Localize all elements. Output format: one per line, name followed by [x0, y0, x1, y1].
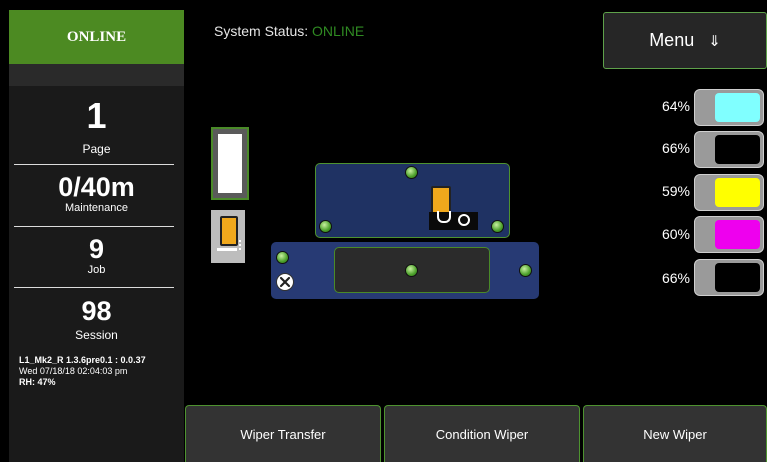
- menu-label: Menu: [649, 30, 695, 50]
- black-ink-percent: 66%: [661, 270, 690, 286]
- maintenance-stat: 0/40m Maintenance: [9, 172, 184, 215]
- sensor-node: [276, 251, 289, 264]
- new-wiper-button[interactable]: New Wiper: [583, 405, 767, 462]
- error-x-icon[interactable]: [276, 273, 294, 291]
- sensor-node: [319, 220, 332, 233]
- sensor-node: [405, 264, 418, 277]
- job-value: 9: [88, 234, 105, 264]
- yellow-ink-percent: 59%: [661, 183, 690, 199]
- condition-wiper-button[interactable]: Condition Wiper: [384, 405, 580, 462]
- online-status-badge: ONLINE: [9, 10, 184, 64]
- session-value: 98: [81, 296, 112, 326]
- paper-sheet: [218, 134, 242, 193]
- black-ink-cartridge[interactable]: [694, 131, 764, 168]
- menu-button[interactable]: Menu ⇓: [603, 12, 767, 69]
- arrow-down-icon: ⇓: [708, 32, 721, 50]
- carriage-base: [217, 248, 237, 251]
- carriage-dots: [239, 240, 243, 250]
- ink-fill: [715, 93, 760, 122]
- ink-fill: [715, 263, 760, 292]
- printhead[interactable]: [429, 183, 478, 233]
- system-status: System Status: ONLINE: [214, 23, 364, 39]
- stat-divider: [14, 226, 174, 227]
- nozzle-icon: [458, 214, 470, 226]
- sensor-node: [405, 166, 418, 179]
- sensor-node: [491, 220, 504, 233]
- job-label: Job: [87, 264, 106, 276]
- ink-fill: [715, 135, 760, 164]
- cyan-ink-cartridge[interactable]: [694, 89, 764, 126]
- carriage-icon[interactable]: [211, 210, 245, 263]
- stat-divider: [14, 287, 174, 288]
- capping-icon: [437, 211, 451, 223]
- printhead-cartridge: [431, 186, 451, 214]
- page-count-value: 1: [86, 95, 107, 136]
- magenta-ink-cartridge[interactable]: [694, 216, 764, 253]
- black-ink-percent: 66%: [661, 140, 690, 156]
- firmware-version: L1_Mk2_R 1.3.6pre0.1 : 0.0.37: [19, 355, 146, 365]
- cartridge-shape: [220, 216, 238, 246]
- session-stat: 98 Session: [9, 296, 184, 343]
- ink-fill: [715, 178, 760, 207]
- wiper-transfer-button[interactable]: Wiper Transfer: [185, 405, 381, 462]
- stat-divider: [14, 164, 174, 165]
- sensor-node: [519, 264, 532, 277]
- ink-fill: [715, 220, 760, 249]
- job-stat: 9 Job: [9, 234, 184, 277]
- magenta-ink-percent: 60%: [661, 226, 690, 242]
- session-label: Session: [75, 328, 118, 342]
- yellow-ink-cartridge[interactable]: [694, 174, 764, 211]
- date-time: Wed 07/18/18 02:04:03 pm: [19, 366, 128, 376]
- page-count-stat: 1 Page: [9, 95, 184, 157]
- maintenance-value: 0/40m: [58, 172, 135, 202]
- paper-tray[interactable]: [211, 127, 249, 200]
- maintenance-label: Maintenance: [65, 202, 128, 214]
- cyan-ink-percent: 64%: [661, 98, 690, 114]
- page-count-label: Page: [82, 142, 111, 156]
- status-strip: [9, 64, 184, 86]
- system-status-value: ONLINE: [312, 23, 365, 39]
- system-status-label: System Status:: [214, 23, 309, 39]
- black-ink-cartridge[interactable]: [694, 259, 764, 296]
- humidity-reading: RH: 47%: [19, 377, 56, 387]
